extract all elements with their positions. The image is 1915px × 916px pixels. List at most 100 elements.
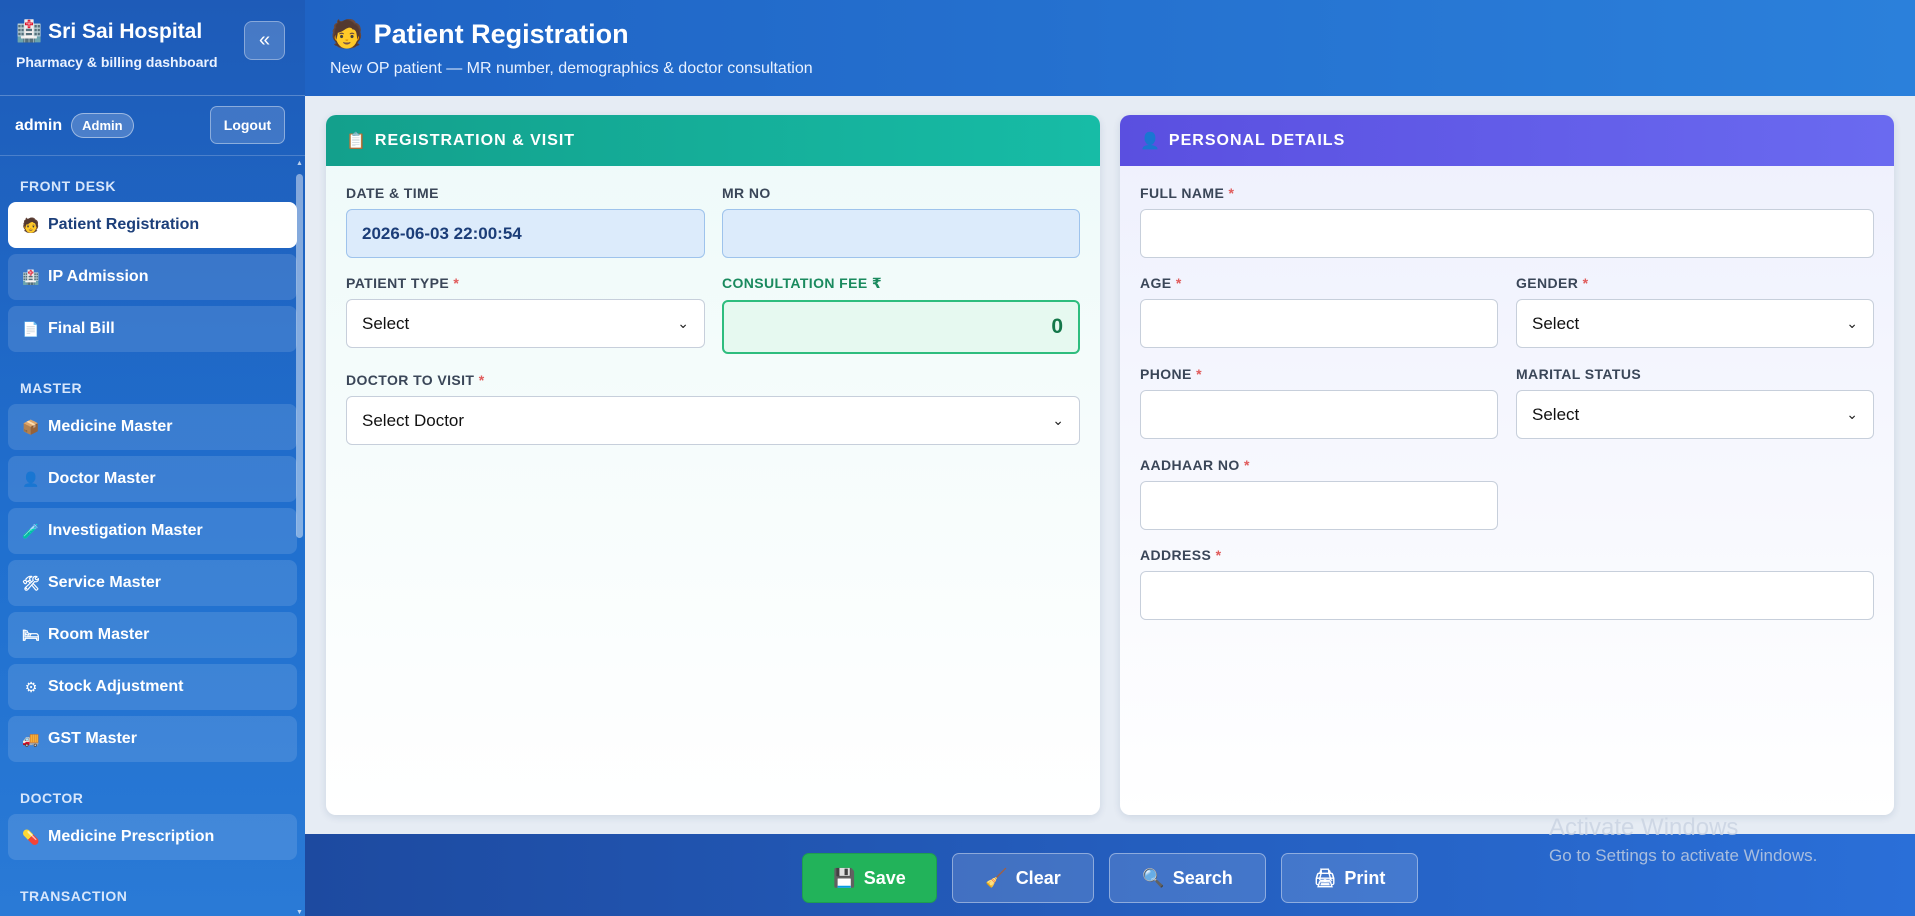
consultation-fee-input[interactable]: 0	[722, 300, 1080, 354]
sidebar-item-label: Service Master	[48, 574, 161, 591]
personal-details-card-header: 👤 PERSONAL DETAILS	[1120, 115, 1894, 166]
sidebar-item-patient-registration[interactable]: 🧑 Patient Registration	[8, 202, 297, 248]
clear-button-label: Clear	[1015, 867, 1061, 888]
clear-button[interactable]: 🧹 Clear	[952, 853, 1094, 903]
gender-select-value: Select	[1532, 313, 1580, 333]
required-mark: *	[453, 275, 460, 291]
required-mark: *	[1196, 366, 1202, 382]
sidebar-item-doctor-master[interactable]: 👤 Doctor Master	[8, 456, 297, 502]
username: admin	[15, 116, 63, 134]
scroll-thumb[interactable]	[296, 174, 303, 538]
logout-button[interactable]: Logout	[210, 106, 285, 144]
mr-no-field: MR NO	[722, 185, 1080, 258]
scroll-down-arrow-icon[interactable]: ▼	[296, 909, 303, 916]
pill-icon: 💊	[22, 828, 40, 845]
sidebar-item-investigation-master[interactable]: 🧪 Investigation Master	[8, 508, 297, 554]
search-icon: 🔍	[1142, 867, 1165, 888]
gear-icon: ⚙	[24, 678, 38, 695]
patient-type-select[interactable]: Select ⌄	[346, 299, 705, 348]
tools-icon: 🛠	[22, 574, 40, 591]
mr-no-label: MR NO	[722, 185, 771, 201]
registration-card: 📋 REGISTRATION & VISIT DATE & TIME 2026-…	[326, 115, 1100, 815]
clipboard-icon: 📋	[346, 132, 367, 150]
save-button[interactable]: 💾 Save	[802, 853, 937, 903]
print-button-label: Print	[1344, 867, 1386, 888]
phone-input[interactable]	[1140, 390, 1498, 439]
sidebar-item-room-master[interactable]: 🛏 Room Master	[8, 612, 297, 658]
aadhaar-input[interactable]	[1140, 481, 1498, 530]
truck-icon: 🚚	[22, 730, 40, 747]
consultation-fee-label: CONSULTATION FEE ₹	[722, 275, 883, 291]
full-name-input[interactable]	[1140, 209, 1874, 258]
address-label-text: ADDRESS	[1140, 547, 1212, 563]
patient-type-label: PATIENT TYPE *	[346, 275, 705, 291]
sidebar-item-label: Room Master	[48, 626, 150, 643]
required-mark: *	[1582, 275, 1589, 291]
test-tube-icon: 🧪	[22, 522, 40, 539]
sidebar-scrollbar[interactable]: ▲ ▼	[296, 160, 303, 916]
doctor-to-visit-label-text: DOCTOR TO VISIT	[346, 372, 475, 388]
sidebar-item-medicine-master[interactable]: 📦 Medicine Master	[8, 404, 297, 450]
role-badge: Admin	[71, 113, 134, 138]
full-name-label: FULL NAME *	[1140, 185, 1874, 201]
aadhaar-field: AADHAAR NO *	[1140, 457, 1498, 530]
chevron-down-icon: ⌄	[1052, 412, 1064, 428]
hospital-icon: 🏥	[16, 20, 43, 43]
personal-details-card-title: PERSONAL DETAILS	[1168, 131, 1346, 149]
sidebar-item-label: Patient Registration	[48, 216, 200, 233]
address-input[interactable]	[1140, 571, 1874, 620]
sidebar-nav: FRONT DESK 🧑 Patient Registration 🏥 IP A…	[0, 156, 305, 916]
sidebar-item-label: Medicine Prescription	[48, 828, 215, 845]
gender-select[interactable]: Select ⌄	[1516, 299, 1874, 348]
doctor-select[interactable]: Select Doctor ⌄	[346, 396, 1080, 445]
sidebar-item-label: GST Master	[48, 730, 137, 747]
sidebar-item-service-master[interactable]: 🛠 Service Master	[8, 560, 297, 606]
collapse-sidebar-button[interactable]: «	[244, 21, 285, 60]
brand: 🏥 Sri Sai Hospital Pharmacy & billing da…	[0, 0, 305, 96]
marital-status-field: MARITAL STATUS Select ⌄	[1516, 366, 1874, 439]
marital-status-label: MARITAL STATUS	[1516, 366, 1642, 382]
sidebar-item-stock-adjustment[interactable]: ⚙ Stock Adjustment	[8, 664, 297, 710]
page-title-text: Patient Registration	[373, 18, 629, 49]
patient-type-label-text: PATIENT TYPE	[346, 275, 450, 291]
hospital-icon: 🏥	[22, 268, 40, 285]
chevron-down-icon: ⌄	[1846, 406, 1858, 422]
sidebar-item-ip-admission[interactable]: 🏥 IP Admission	[8, 254, 297, 300]
print-button[interactable]: 🖨 Print	[1281, 853, 1418, 903]
sidebar-item-gst-master[interactable]: 🚚 GST Master	[8, 716, 297, 762]
age-input[interactable]	[1140, 299, 1498, 348]
sidebar-item-medicine-prescription[interactable]: 💊 Medicine Prescription	[8, 814, 297, 860]
age-field: AGE *	[1140, 275, 1498, 348]
marital-status-select[interactable]: Select ⌄	[1516, 390, 1874, 439]
marital-status-value: Select	[1532, 404, 1580, 424]
aadhaar-label: AADHAAR NO *	[1140, 457, 1498, 473]
aadhaar-label-text: AADHAAR NO	[1140, 457, 1240, 473]
consultation-fee-field: CONSULTATION FEE ₹ 0	[722, 275, 1080, 354]
doctor-icon: 👤	[22, 470, 40, 487]
patient-type-value: Select	[362, 313, 410, 333]
personal-details-card: 👤 PERSONAL DETAILS FULL NAME * AGE * GEN…	[1120, 115, 1894, 815]
registration-card-title: REGISTRATION & VISIT	[374, 131, 576, 149]
required-mark: *	[1215, 547, 1222, 563]
sidebar-item-final-bill[interactable]: 📄 Final Bill	[8, 306, 297, 352]
floppy-disk-icon: 💾	[833, 867, 856, 888]
section-label-transaction: TRANSACTION	[20, 888, 128, 904]
person-icon: 👤	[1140, 132, 1161, 150]
age-label: AGE *	[1140, 275, 1498, 291]
chevron-down-icon: ⌄	[677, 315, 689, 331]
date-time-input[interactable]: 2026-06-03 22:00:54	[346, 209, 705, 258]
doctor-to-visit-field: DOCTOR TO VISIT * Select Doctor ⌄	[346, 372, 1080, 445]
sidebar: 🏥 Sri Sai Hospital Pharmacy & billing da…	[0, 0, 305, 916]
bed-icon: 🛏	[22, 626, 40, 643]
sidebar-item-label: Medicine Master	[48, 418, 173, 435]
full-name-label-text: FULL NAME	[1140, 185, 1225, 201]
date-time-field: DATE & TIME 2026-06-03 22:00:54	[346, 185, 705, 258]
mr-no-input[interactable]	[722, 209, 1080, 258]
scroll-up-arrow-icon[interactable]: ▲	[296, 160, 303, 167]
registration-card-header: 📋 REGISTRATION & VISIT	[326, 115, 1100, 166]
watermark-title: Activate Windows	[1549, 814, 1739, 841]
search-button[interactable]: 🔍 Search	[1109, 853, 1266, 903]
sidebar-item-label: Final Bill	[48, 320, 115, 337]
section-label-doctor: DOCTOR	[20, 790, 84, 806]
sidebar-item-label: IP Admission	[48, 268, 149, 285]
